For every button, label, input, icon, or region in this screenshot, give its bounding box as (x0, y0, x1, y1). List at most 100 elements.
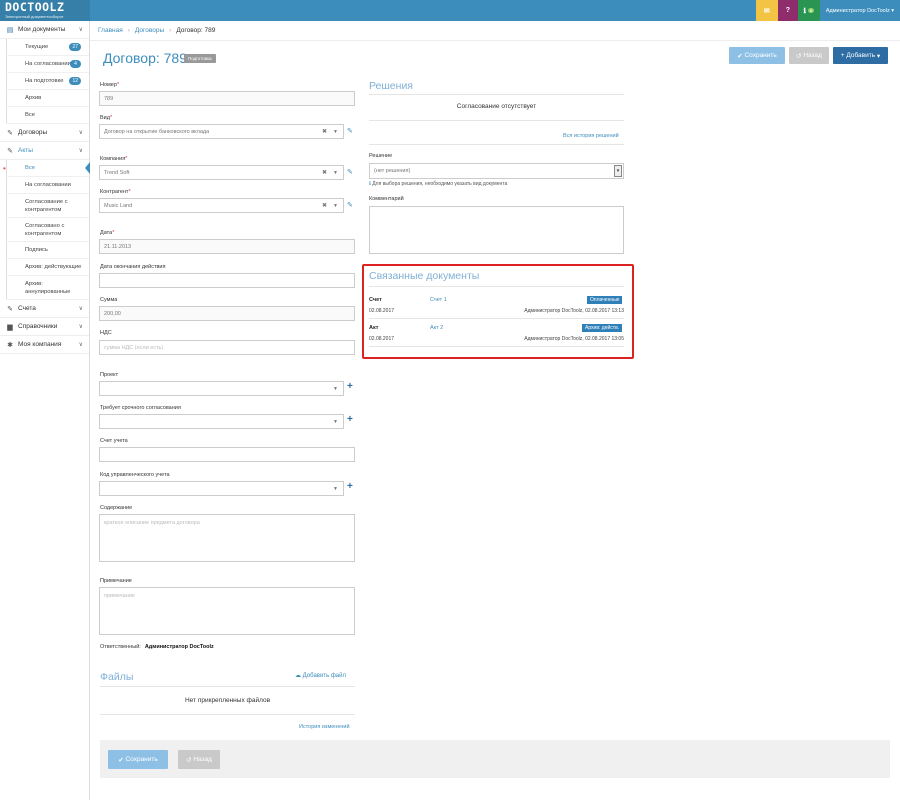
sidebar-sublabel: Текущие (25, 44, 49, 50)
sidebar-label: Справочники (18, 323, 58, 330)
end-date-field[interactable] (99, 273, 355, 288)
breadcrumb-contracts[interactable]: Договоры (135, 27, 164, 34)
add-mgmt-code-icon[interactable]: + (347, 481, 353, 492)
urgent-select[interactable]: ▼ (99, 414, 344, 429)
sidebar-item-my-company[interactable]: ✱ Моя компания ∨ (0, 336, 89, 354)
select-arrow-icon: ▾ (614, 165, 622, 177)
company-select[interactable]: Trend Soft ✖ ▼ (99, 165, 344, 180)
decision-select[interactable]: (нет решения) ▾ (369, 163, 624, 179)
decision-value: (нет решения) (374, 168, 411, 174)
vat-field[interactable]: сумма НДС (если есть) (99, 340, 355, 355)
related-row (369, 294, 624, 319)
related-documents-title: Связанные документы (369, 270, 480, 282)
sum-field[interactable]: 200,00 (99, 306, 355, 321)
sidebar-subitem-acts-approval[interactable]: На согласовании (6, 177, 89, 194)
project-select[interactable]: ▼ (99, 381, 344, 396)
comment-textarea[interactable] (369, 206, 624, 254)
bottom-back-button[interactable]: ↺ Назад (178, 750, 220, 769)
edit-pencil-icon[interactable]: ✎ (347, 168, 353, 176)
caret-down-icon[interactable]: ▼ (333, 203, 338, 209)
counterparty-select[interactable]: Music Land ✖ ▼ (99, 198, 344, 213)
logo-text: DOCTOOLZ (5, 0, 65, 14)
decisions-history-link[interactable]: Вся история решений (563, 133, 619, 139)
save-label: Сохранить (744, 52, 777, 59)
account-field[interactable] (99, 447, 355, 462)
sidebar-subitem-acts-archive-active[interactable]: Архив: действующие (6, 259, 89, 276)
caret-down-icon[interactable]: ▼ (333, 129, 338, 135)
hint-text: Для выбора решения, необходимо указать в… (372, 181, 508, 187)
sidebar-subitem-archive[interactable]: Архив (6, 90, 89, 107)
chevron-down-icon: ∨ (78, 27, 83, 33)
type-select[interactable]: Договор на открытие банковского вклада ✖ ▼ (99, 124, 344, 139)
content-placeholder: краткое описание предмета договора (104, 520, 200, 526)
chevron-down-icon: ∨ (78, 306, 83, 312)
related-link[interactable]: Счет 1 (430, 297, 447, 303)
date-field[interactable]: 21.11.2013 (99, 239, 355, 254)
clear-icon[interactable]: ✖ (322, 202, 327, 209)
clear-icon[interactable]: ✖ (322, 128, 327, 135)
sidebar-item-invoices[interactable]: ✎ Счета ∨ (0, 300, 89, 318)
chevron-down-icon: ∨ (78, 130, 83, 136)
help-icon[interactable]: ? (777, 0, 798, 21)
add-button[interactable]: + Добавить ▾ (833, 47, 888, 64)
add-file-label: Добавить файл (302, 673, 346, 679)
clear-icon[interactable]: ✖ (322, 169, 327, 176)
caret-down-icon[interactable]: ▼ (333, 170, 338, 176)
edit-pencil-icon[interactable]: ✎ (347, 127, 353, 135)
edit-pencil-icon[interactable]: ✎ (347, 201, 353, 209)
sidebar-subitem-acts-counterparty[interactable]: Согласование с контрагентом (6, 194, 89, 218)
note-textarea[interactable]: примечание (99, 587, 355, 635)
sidebar-sublabel: Все (25, 165, 35, 171)
sidebar-item-contracts[interactable]: ✎ Договоры ∨ (0, 124, 89, 142)
number-field[interactable]: 789 (99, 91, 355, 106)
history-link[interactable]: История изменений (299, 724, 350, 730)
save-button[interactable]: ✔ Сохранить (729, 47, 785, 64)
note-placeholder: примечание (104, 593, 135, 599)
breadcrumb-home[interactable]: Главная (98, 27, 123, 34)
back-button[interactable]: ↺ Назад (789, 47, 829, 64)
urgent-label: Требует срочного согласования (100, 405, 181, 411)
user-menu[interactable]: Администратор DocToolz ▾ (819, 0, 900, 21)
count-badge: 12 (69, 77, 81, 85)
sidebar-subitem-acts-agreed[interactable]: Согласовано с контрагентом (6, 218, 89, 242)
note-label: Примечание (100, 578, 132, 584)
sidebar-item-references[interactable]: ▆ Справочники ∨ (0, 318, 89, 336)
bottom-save-button[interactable]: ✔ Сохранить (108, 750, 168, 769)
mgmt-code-select[interactable]: ▼ (99, 481, 344, 496)
save-label: Сохранить (125, 756, 158, 763)
info-icon[interactable]: ℹ0 (797, 0, 820, 21)
brand-logo[interactable]: DOCTOOLZ Электронный документооборот (0, 0, 90, 21)
caret-down-icon[interactable]: ▼ (333, 386, 338, 392)
sidebar-subitem-prep[interactable]: На подготовке 12 (6, 73, 89, 90)
sidebar-item-acts[interactable]: ✎ Акты ∨ (0, 142, 89, 160)
sidebar-item-my-docs[interactable]: ▤ Мои документы ∨ (0, 21, 89, 39)
sidebar-subitem-acts-all[interactable]: Все (3, 160, 90, 177)
sum-value: 200,00 (104, 310, 121, 317)
add-file-button[interactable]: ☁ Добавить файл (295, 672, 346, 679)
related-status-badge: Архив: действ. (582, 324, 623, 332)
add-project-icon[interactable]: + (347, 381, 353, 392)
sidebar-label: Акты (18, 147, 33, 154)
breadcrumb: Главная › Договоры › Договор: 789 (90, 21, 900, 41)
add-urgent-icon[interactable]: + (347, 414, 353, 425)
date-value: 21.11.2013 (104, 243, 132, 250)
check-icon: ✔ (118, 756, 126, 764)
sidebar-subitem-approval[interactable]: На согласовании 4 (6, 56, 89, 73)
sidebar-label: Мои документы (18, 26, 66, 33)
caret-down-icon[interactable]: ▼ (333, 486, 338, 492)
sidebar-subitem-acts-sign[interactable]: Подпись (6, 242, 89, 259)
related-link[interactable]: Акт 2 (430, 325, 443, 331)
upload-icon: ☁ (295, 673, 303, 679)
chevron-down-icon: ∨ (78, 148, 83, 154)
company-label: Компания* (100, 156, 128, 162)
sidebar-subitem-all[interactable]: Все (6, 107, 89, 124)
sidebar-sublabel: Архив (25, 95, 42, 101)
caret-down-icon[interactable]: ▼ (333, 419, 338, 425)
sidebar-subitem-current[interactable]: Текущие 27 (6, 39, 89, 56)
book-icon: ▆ (7, 323, 13, 331)
content-textarea[interactable]: краткое описание предмета договора (99, 514, 355, 562)
counterparty-value: Music Land (104, 202, 133, 209)
mail-icon[interactable]: ✉ (755, 0, 778, 21)
sidebar-subitem-acts-archive-cancelled[interactable]: Архив: аннулированные (6, 276, 89, 300)
sidebar-sublabel: Согласование с контрагентом (25, 198, 68, 213)
